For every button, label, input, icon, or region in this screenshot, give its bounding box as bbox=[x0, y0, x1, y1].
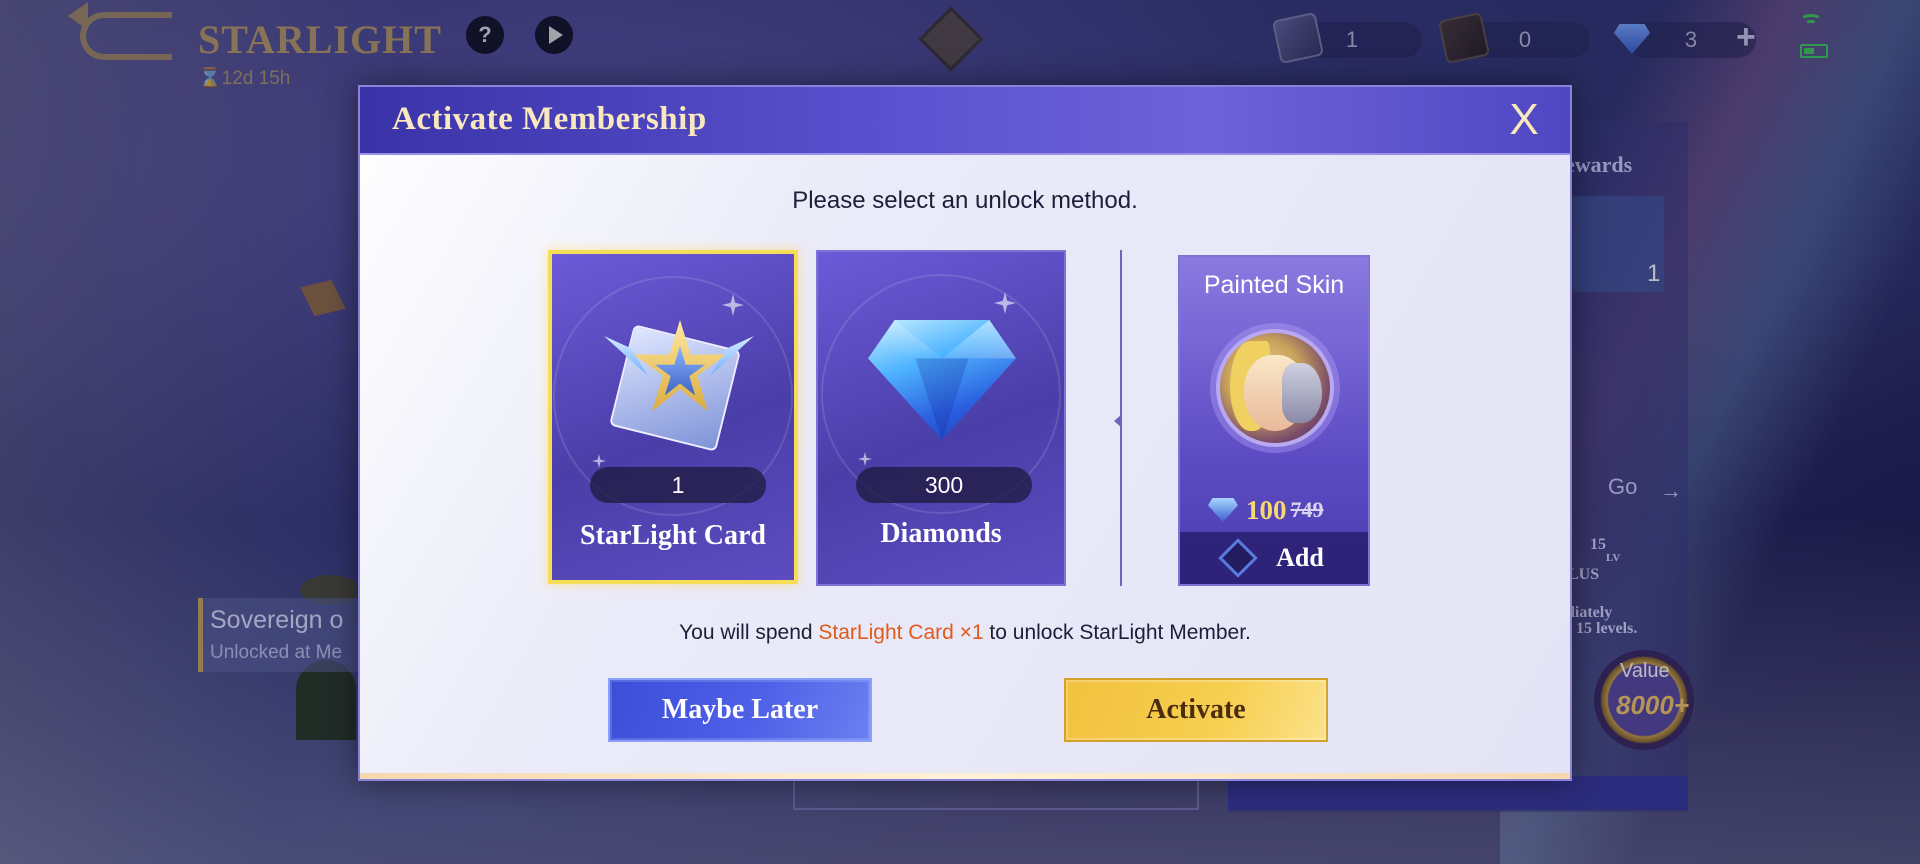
checkbox-diamond-icon[interactable] bbox=[1218, 538, 1258, 578]
dialog-title: Activate Membership bbox=[392, 101, 707, 137]
starlight-card-label: StarLight Card bbox=[580, 520, 766, 551]
option-starlight-card[interactable]: 1 StarLight Card bbox=[548, 250, 798, 584]
close-button[interactable]: X bbox=[1504, 97, 1544, 143]
activate-membership-dialog: Activate Membership X Please select an u… bbox=[358, 85, 1572, 781]
maybe-later-button[interactable]: Maybe Later bbox=[608, 678, 872, 742]
skin-price: 100 bbox=[1246, 494, 1287, 525]
skin-add-label: Add bbox=[1276, 543, 1324, 572]
spend-suffix: to unlock StarLight Member. bbox=[983, 621, 1251, 644]
dialog-header: Activate Membership X bbox=[360, 87, 1570, 155]
painted-skin-title: Painted Skin bbox=[1203, 271, 1345, 299]
skin-price-row: 100 749 bbox=[1208, 493, 1324, 527]
spend-highlight: StarLight Card ×1 bbox=[818, 621, 984, 644]
activate-button[interactable]: Activate bbox=[1064, 678, 1328, 742]
option-diamonds[interactable]: 300 Diamonds bbox=[816, 250, 1066, 586]
divider-arrow-icon bbox=[1114, 415, 1121, 427]
spend-summary: You will spend StarLight Card ×1 to unlo… bbox=[360, 621, 1570, 645]
diamonds-count: 300 bbox=[856, 467, 1032, 503]
skin-original-price: 749 bbox=[1290, 497, 1324, 522]
starlight-card-icon bbox=[598, 306, 754, 456]
spend-prefix: You will spend bbox=[679, 621, 819, 644]
diamond-icon bbox=[1208, 498, 1238, 522]
painted-skin-offer[interactable]: Painted Skin 100 749 Add bbox=[1178, 255, 1370, 586]
diamonds-label: Diamonds bbox=[880, 518, 1002, 549]
skin-add-button[interactable]: Add bbox=[1180, 532, 1368, 584]
unlock-method-prompt: Please select an unlock method. bbox=[792, 187, 1138, 214]
starlight-card-count: 1 bbox=[590, 467, 766, 503]
skin-portrait-avatar bbox=[1216, 329, 1334, 447]
